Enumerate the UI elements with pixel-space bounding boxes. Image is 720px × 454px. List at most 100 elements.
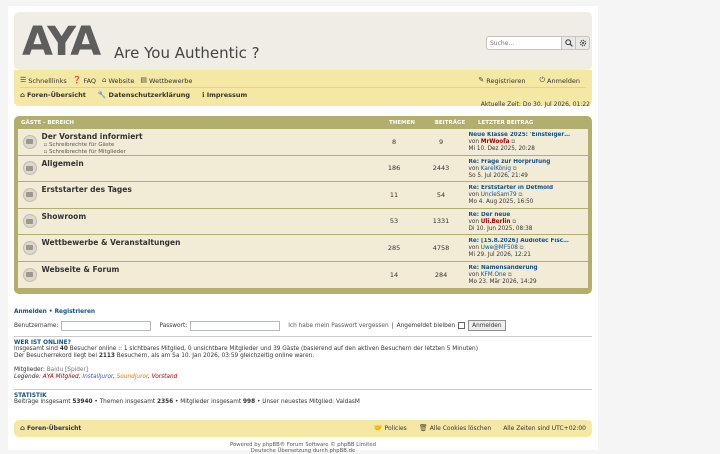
stats-line: Beiträge insgesamt 53940 • Themen insges… — [14, 399, 592, 406]
forum-rows: Der Vorstand informiert ▫ Schreibrechte … — [18, 129, 588, 288]
view-latest-post-icon[interactable]: ⧉ — [511, 139, 515, 145]
search-input[interactable] — [486, 36, 562, 50]
remember-checkbox[interactable] — [458, 322, 466, 329]
forgot-password-link[interactable]: Ich habe mein Passwort vergessen — [288, 323, 389, 329]
forum-last-post: Re: [15.8.2026] Audiotec Fisc… von Uwe@M… — [465, 235, 588, 261]
advanced-search-button[interactable] — [576, 36, 590, 50]
contests-link[interactable]: ▤ Wettbewerbe — [140, 77, 192, 85]
last-post-title-link[interactable]: Re: [15.8.2026] Audiotec Fisc… — [469, 238, 588, 245]
login-button[interactable]: Anmelden — [468, 320, 506, 331]
last-post-user-link[interactable]: UncleSam79 — [481, 192, 517, 198]
last-post-title-link[interactable]: Neue Klasse 2025: 'Einsteiger… — [469, 132, 588, 139]
login-header-link[interactable]: Anmelden — [14, 309, 47, 315]
view-latest-post-icon[interactable]: ⧉ — [518, 192, 522, 198]
subforum-link[interactable]: ▫ Schreibrechte für Mitglieder — [42, 149, 371, 155]
last-post-title-link[interactable]: Re: Namensänderung — [469, 265, 588, 272]
record-text: Besuchern, als am Sa 10. Jan 2026, 03:59… — [114, 353, 315, 360]
last-post-user-link[interactable]: MrWoofa — [481, 139, 510, 145]
legend-role[interactable]: Installjuror — [82, 374, 113, 380]
copyright: Powered by phpBB® Forum Software © phpBB… — [8, 442, 598, 454]
forum-title-link[interactable]: Wettbewerbe & Veranstaltungen — [42, 238, 371, 247]
site-logo[interactable]: AYA Are You Authentic ? — [22, 22, 272, 68]
legend-role[interactable]: Soundjuror — [117, 374, 148, 380]
last-post-title-link[interactable]: Re: Erststarter in Detmold — [469, 185, 588, 192]
forum-posts: 4758 — [432, 243, 450, 252]
forum-info: Showroom — [42, 209, 371, 235]
last-post-user-link[interactable]: KarelKönig — [481, 166, 511, 172]
forum-status — [18, 262, 42, 289]
view-latest-post-icon[interactable]: ⧉ — [513, 166, 517, 172]
forum-read-icon — [22, 214, 37, 229]
translation-line: Deutsche Übersetzung durch phpBB.de — [250, 448, 356, 454]
forum-title-link[interactable]: Allgemein — [42, 159, 371, 168]
view-latest-post-icon[interactable]: ⧉ — [508, 272, 512, 278]
forum-title-link[interactable]: Webseite & Forum — [42, 265, 371, 274]
site-header: AYA Are You Authentic ? — [14, 12, 592, 70]
stats-posts: 53940 — [72, 399, 93, 405]
newest-member[interactable]: ValdasM — [336, 399, 360, 405]
last-post-user-link[interactable]: Uli.Berlin — [481, 219, 511, 225]
category-title[interactable]: Gäste - Bereich — [18, 120, 378, 126]
legend-role[interactable]: AYA Mitglied — [43, 374, 79, 380]
forum-topics: 14 — [389, 270, 399, 279]
current-time: Aktuelle Zeit: Do 30. Jul 2026, 01:22 — [480, 101, 590, 108]
breadcrumb-forum-index[interactable]: ⌂ Foren-Übersicht — [20, 91, 86, 99]
last-post-title-link[interactable]: Re: Frage zur Hörprüfung — [469, 159, 588, 166]
view-latest-post-icon[interactable]: ⧉ — [512, 219, 516, 225]
forum-topics: 285 — [387, 243, 401, 252]
view-latest-post-icon[interactable]: ⧉ — [520, 245, 524, 251]
navbar-top-row: ☰ Schnelllinks ❓ FAQ ⌂ Website ▤ Wettbewerbe… — [20, 75, 586, 86]
forum-topics: 8 — [391, 137, 397, 146]
policies-link[interactable]: 🤝 Policies — [374, 425, 407, 433]
forum-list: Gäste - Bereich Themen Beiträge Letzter … — [14, 116, 592, 294]
forum-row: Der Vorstand informiert ▫ Schreibrechte … — [18, 129, 588, 156]
last-post-author: von UncleSam79 ⧉ — [469, 192, 588, 199]
stats-label: Beiträge insgesamt — [14, 399, 73, 405]
cookies-label: Alle Cookies löschen — [429, 425, 492, 432]
last-post-title-link[interactable]: Re: Der neue — [469, 212, 588, 219]
navbar-user-links: ✎ Registrieren ⏻ Anmelden — [478, 77, 586, 85]
delete-cookies-link[interactable]: 🗑 Alle Cookies löschen — [418, 424, 492, 433]
forum-title-link[interactable]: Showroom — [42, 212, 371, 221]
last-post-date: So 5. Jul 2026, 21:49 — [468, 172, 528, 179]
forum-topics: 11 — [389, 190, 399, 199]
search-button[interactable] — [562, 36, 576, 50]
legend-role[interactable]: Vorstand — [152, 374, 178, 380]
stats-topics: 2356 — [157, 399, 174, 405]
forum-info: Webseite & Forum — [42, 262, 371, 289]
stats-label: • Themen insgesamt — [92, 399, 158, 405]
who-is-online: Wer ist online? Insgesamt sind 40 Besuch… — [14, 336, 592, 382]
legend: Legende: AYA Mitglied, Installjuror, Sou… — [14, 374, 178, 381]
logo-tagline: Are You Authentic ? — [114, 44, 260, 62]
login-link[interactable]: ⏻ Anmelden — [540, 77, 581, 85]
faq-link[interactable]: ❓ FAQ — [73, 77, 96, 85]
forum-row: Showroom 53 1331 Re: Der neue von Uli.Be… — [18, 208, 588, 235]
last-post-user-link[interactable]: Uwe@MF508 — [481, 245, 518, 251]
online-text: Besucher online :: 1 sichtbares Mitglied… — [67, 346, 478, 352]
register-link[interactable]: ✎ Registrieren — [478, 77, 525, 85]
imprint-link[interactable]: ℹ Impressum — [202, 91, 247, 99]
last-post-user-link[interactable]: KFM.One — [481, 272, 506, 278]
username-input[interactable] — [61, 320, 152, 331]
navbar-divider — [20, 87, 586, 88]
privacy-link[interactable]: 🔧 Datenschutzerklärung — [98, 91, 190, 99]
forum-last-post: Re: Namensänderung von KFM.One ⧉ Mo 23. … — [465, 262, 588, 289]
forum-posts: 54 — [436, 190, 446, 199]
register-header-link[interactable]: Registrieren — [55, 309, 95, 315]
forum-last-post: Neue Klasse 2025: 'Einsteiger… von MrWoo… — [465, 129, 588, 155]
forum-last-post: Re: Erststarter in Detmold von UncleSam7… — [465, 182, 588, 208]
home-icon: ⌂ — [102, 76, 107, 84]
website-link[interactable]: ⌂ Website — [102, 77, 134, 85]
footer-forum-index[interactable]: ⌂ Foren-Übersicht — [20, 425, 81, 433]
password-input[interactable] — [190, 320, 281, 331]
last-post-date: Mi 10. Dez 2025, 20:28 — [468, 146, 535, 152]
logo-mark: AYA — [22, 19, 101, 65]
subforum-link[interactable]: ▫ Schreibrechte für Gäste — [42, 142, 371, 148]
trash-icon: 🗑 — [418, 424, 428, 432]
forum-title-link[interactable]: Der Vorstand informiert — [42, 132, 371, 141]
search-box — [486, 36, 590, 50]
forum-title-link[interactable]: Erststarter des Tages — [42, 185, 371, 194]
footer-navbar: ⌂ Foren-Übersicht 🤝 Policies 🗑 Alle Cookies… — [14, 420, 592, 437]
quicklinks-menu[interactable]: ☰ Schnelllinks — [20, 77, 67, 85]
forum-status — [18, 129, 42, 155]
